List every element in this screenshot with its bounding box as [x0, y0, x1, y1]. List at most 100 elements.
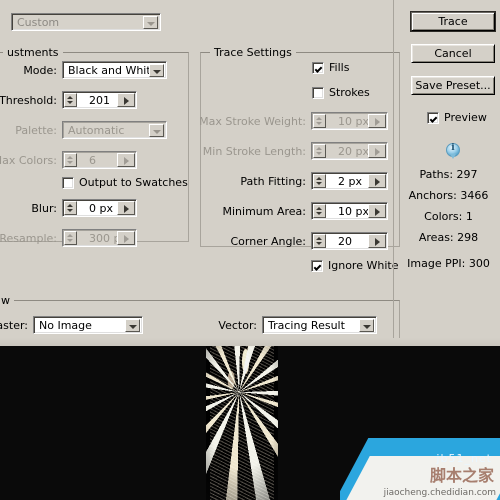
- checkbox-icon[interactable]: [312, 62, 324, 74]
- min-stroke-length-value: 20 px: [338, 145, 369, 158]
- resample-label: Resample:: [0, 232, 57, 245]
- path-fitting-row: Path Fitting: 2 px: [240, 172, 388, 190]
- corner-angle-stepper[interactable]: [313, 234, 326, 248]
- max-colors-label: Max Colors:: [0, 154, 57, 167]
- blur-value: 0 px: [89, 202, 113, 215]
- stat-colors: Colors: 1: [424, 210, 473, 223]
- palette-row: Palette: Automatic: [15, 121, 167, 139]
- watermark: jb51_net 脚本之家 jiaocheng.chedidian.com: [340, 438, 500, 500]
- max-colors-row: Max Colors: 6: [0, 151, 137, 169]
- checkbox-icon[interactable]: [427, 112, 439, 124]
- live-trace-dialog: Custom ustments Mode: Black and White Th…: [0, 0, 500, 346]
- corner-angle-field[interactable]: 20: [311, 232, 388, 250]
- minimum-area-stepper[interactable]: [313, 204, 326, 218]
- corner-angle-value: 20: [338, 235, 352, 248]
- minimum-area-value: 10 px: [338, 205, 369, 218]
- dialog-bottom-edge: [0, 338, 500, 346]
- chevron-down-icon[interactable]: [359, 319, 374, 332]
- mode-label: Mode:: [23, 64, 57, 77]
- max-colors-slider-popup-button: [117, 153, 135, 167]
- blur-stepper[interactable]: [64, 201, 77, 215]
- checkbox-icon[interactable]: [62, 177, 74, 189]
- view-group-title: w: [0, 294, 14, 307]
- max-colors-value: 6: [89, 154, 96, 167]
- corner-angle-slider-popup-button[interactable]: [368, 234, 386, 248]
- max-stroke-weight-label: Max Stroke Weight:: [199, 115, 306, 128]
- resample-slider-popup-button: [117, 231, 135, 245]
- path-fitting-stepper[interactable]: [313, 174, 326, 188]
- max-stroke-weight-slider-popup-button: [368, 114, 386, 128]
- threshold-value: 201: [89, 94, 110, 107]
- chevron-down-icon[interactable]: [125, 319, 140, 332]
- min-stroke-length-stepper: [313, 144, 326, 158]
- max-stroke-weight-stepper: [313, 114, 326, 128]
- max-stroke-weight-value: 10 px: [338, 115, 369, 128]
- adjustments-group-title: ustments: [3, 46, 63, 59]
- blur-slider-popup-button[interactable]: [117, 201, 135, 215]
- threshold-field[interactable]: 201: [62, 91, 137, 109]
- max-stroke-weight-row: Max Stroke Weight: 10 px: [199, 112, 388, 130]
- checkbox-icon[interactable]: [312, 87, 324, 99]
- cancel-button[interactable]: Cancel: [411, 44, 495, 63]
- raster-row: aster: No Image: [0, 316, 143, 334]
- mode-select[interactable]: Black and White: [62, 61, 167, 79]
- palette-value: Automatic: [68, 124, 125, 137]
- info-icon: [446, 143, 460, 159]
- trace-settings-group-title: Trace Settings: [210, 46, 296, 59]
- max-colors-stepper: [64, 153, 77, 167]
- mode-row: Mode: Black and White: [23, 61, 167, 79]
- strokes-label: Strokes: [329, 86, 370, 99]
- min-stroke-length-row: Min Stroke Length: 20 px: [203, 142, 388, 160]
- minimum-area-row: Minimum Area: 10 px: [223, 202, 388, 220]
- minimum-area-slider-popup-button[interactable]: [368, 204, 386, 218]
- threshold-stepper[interactable]: [64, 93, 77, 107]
- preset-value: Custom: [17, 16, 60, 29]
- resample-stepper: [64, 231, 77, 245]
- min-stroke-length-slider-popup-button: [368, 144, 386, 158]
- trace-button[interactable]: Trace: [411, 12, 495, 31]
- corner-angle-label: Corner Angle:: [230, 235, 306, 248]
- output-to-swatches-label: Output to Swatches: [79, 176, 188, 189]
- resample-field: 300 px: [62, 229, 137, 247]
- fills-label: Fills: [329, 61, 350, 74]
- vector-select[interactable]: Tracing Result: [262, 316, 377, 334]
- checkbox-icon[interactable]: [311, 260, 323, 272]
- threshold-slider-popup-button[interactable]: [117, 93, 135, 107]
- min-stroke-length-field: 20 px: [311, 142, 388, 160]
- threshold-row: Threshold: 201: [0, 91, 137, 109]
- minimum-area-field[interactable]: 10 px: [311, 202, 388, 220]
- watermark-cn-text: 脚本之家: [429, 466, 494, 485]
- preset-combo[interactable]: Custom: [11, 13, 161, 31]
- chevron-down-icon: [149, 124, 164, 137]
- chevron-down-icon[interactable]: [149, 64, 164, 77]
- watermark-url: jiaocheng.chedidian.com: [383, 488, 496, 498]
- path-fitting-label: Path Fitting:: [240, 175, 306, 188]
- resample-row: Resample: 300 px: [0, 229, 137, 247]
- right-panel-divider: [393, 0, 394, 346]
- max-stroke-weight-field: 10 px: [311, 112, 388, 130]
- blur-label: Blur:: [31, 202, 57, 215]
- screenshot-root: Custom ustments Mode: Black and White Th…: [0, 0, 500, 500]
- minimum-area-label: Minimum Area:: [222, 205, 307, 218]
- vector-label: Vector:: [218, 319, 257, 332]
- blur-field[interactable]: 0 px: [62, 199, 137, 217]
- raster-select[interactable]: No Image: [33, 316, 143, 334]
- stat-areas: Areas: 298: [418, 231, 479, 244]
- raster-value: No Image: [39, 319, 92, 332]
- max-colors-field: 6: [62, 151, 137, 169]
- path-fitting-value: 2 px: [338, 175, 362, 188]
- mode-value: Black and White: [68, 64, 158, 77]
- corner-angle-row: Corner Angle: 20: [230, 232, 388, 250]
- chevron-down-icon[interactable]: [143, 16, 158, 29]
- traced-artwork-noise-overlay: [210, 346, 274, 500]
- min-stroke-length-label: Min Stroke Length:: [202, 145, 306, 158]
- save-preset-button[interactable]: Save Preset...: [411, 76, 495, 95]
- palette-label: Palette:: [15, 124, 57, 137]
- path-fitting-slider-popup-button[interactable]: [368, 174, 386, 188]
- vector-value: Tracing Result: [268, 319, 345, 332]
- vector-row: Vector: Tracing Result: [218, 316, 377, 334]
- ignore-white-label: Ignore White: [328, 259, 399, 272]
- document-canvas[interactable]: jb51_net 脚本之家 jiaocheng.chedidian.com: [0, 346, 500, 500]
- palette-select: Automatic: [62, 121, 167, 139]
- path-fitting-field[interactable]: 2 px: [311, 172, 388, 190]
